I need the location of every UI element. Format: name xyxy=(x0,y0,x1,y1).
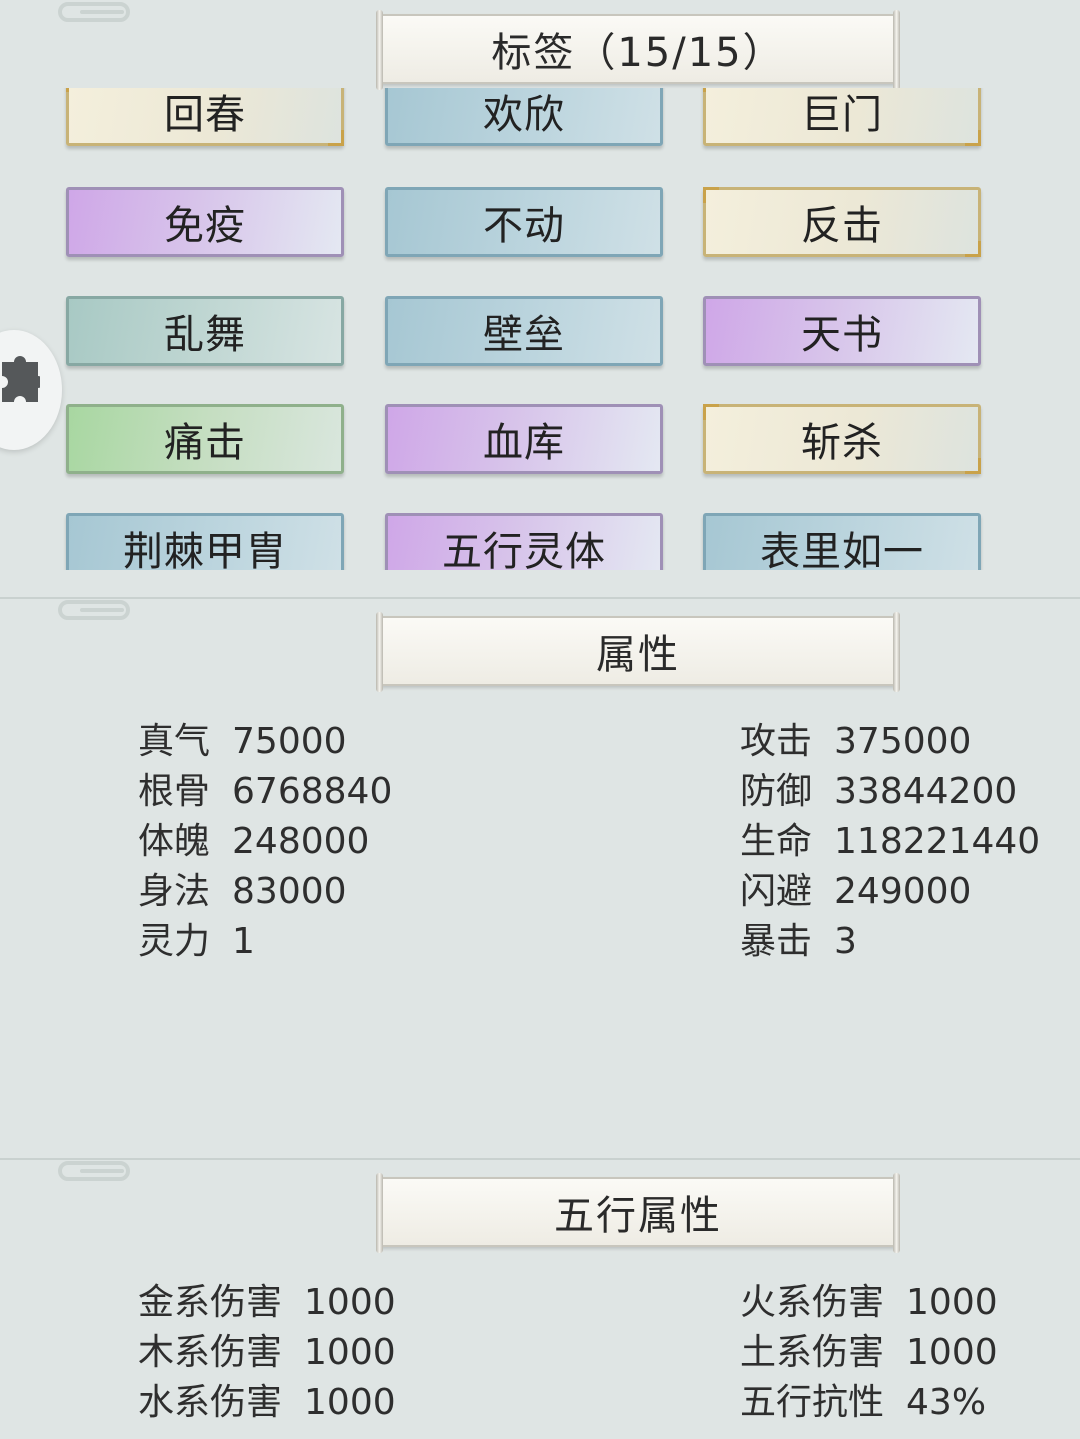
tag-chip[interactable]: 斩杀 xyxy=(703,404,981,474)
stat-label: 木系伤害 xyxy=(138,1332,283,1373)
stat-value: 33844200 xyxy=(834,771,1018,812)
tags-title: 标签（15/15） xyxy=(491,30,785,76)
stat-label: 真气 xyxy=(138,721,211,762)
tag-chip[interactable]: 表里如一 xyxy=(703,513,981,570)
scroll-ornament xyxy=(58,2,130,22)
stat-label: 灵力 xyxy=(138,921,211,962)
stat-value: 83000 xyxy=(232,871,347,912)
tag-chip[interactable]: 免疫 xyxy=(66,187,344,257)
tag-chip[interactable]: 不动 xyxy=(385,187,663,257)
stat-value: 75000 xyxy=(232,721,347,762)
stat-row: 防御 33844200 xyxy=(740,762,1017,814)
scroll-ornament xyxy=(58,600,130,620)
stat-value: 1000 xyxy=(304,1282,396,1323)
stat-row: 身法 83000 xyxy=(138,862,347,914)
stat-label: 暴击 xyxy=(740,921,813,962)
stat-value: 3 xyxy=(834,921,857,962)
scroll-ornament xyxy=(58,1161,130,1181)
stat-value: 1 xyxy=(232,921,255,962)
stat-row: 土系伤害 1000 xyxy=(740,1323,998,1375)
stat-label: 闪避 xyxy=(740,871,813,912)
stat-value: 1000 xyxy=(906,1332,998,1373)
tag-chip[interactable]: 回春 xyxy=(66,88,344,146)
stat-row: 水系伤害 1000 xyxy=(138,1373,396,1425)
stat-row: 火系伤害 1000 xyxy=(740,1273,998,1325)
elements-header: 五行属性 xyxy=(376,1173,900,1253)
tag-chip[interactable]: 痛击 xyxy=(66,404,344,474)
section-divider xyxy=(0,1158,1080,1160)
stat-row: 生命 118221440 xyxy=(740,812,1040,864)
tags-header: 标签（15/15） xyxy=(376,10,900,90)
stat-label: 身法 xyxy=(138,871,211,912)
tag-chip[interactable]: 反击 xyxy=(703,187,981,257)
tag-chip[interactable]: 壁垒 xyxy=(385,296,663,366)
stat-row: 根骨 6768840 xyxy=(138,762,392,814)
stat-label: 水系伤害 xyxy=(138,1382,283,1423)
tag-chip[interactable]: 天书 xyxy=(703,296,981,366)
stat-row: 暴击 3 xyxy=(740,912,857,964)
tag-chip[interactable]: 巨门 xyxy=(703,88,981,146)
stat-value: 1000 xyxy=(906,1282,998,1323)
stat-label: 生命 xyxy=(740,821,813,862)
tags-grid[interactable]: 回春 欢欣 巨门免疫 不动 反击乱舞 壁垒 天书痛击 血库 斩杀荆棘甲胄 五行灵体 表里如一 xyxy=(0,88,1080,570)
character-panel: 标签（15/15） 回春 欢欣 巨门 免疫 不动 反击 乱舞 壁垒 天书 痛击 血库 斩杀 荆棘甲胄 五行… xyxy=(0,0,1080,1439)
stat-value: 249000 xyxy=(834,871,972,912)
stat-value: 6768840 xyxy=(232,771,393,812)
puzzle-icon xyxy=(2,356,40,402)
stat-value: 118221440 xyxy=(834,821,1041,862)
stat-value: 248000 xyxy=(232,821,370,862)
stat-value: 1000 xyxy=(304,1332,396,1373)
elements-title: 五行属性 xyxy=(554,1193,722,1239)
stat-row: 攻击 375000 xyxy=(740,712,971,764)
section-divider xyxy=(0,597,1080,599)
stat-label: 防御 xyxy=(740,771,813,812)
stat-label: 火系伤害 xyxy=(740,1282,885,1323)
stat-label: 攻击 xyxy=(740,721,813,762)
stat-label: 五行抗性 xyxy=(740,1382,885,1423)
stat-label: 金系伤害 xyxy=(138,1282,283,1323)
tag-chip[interactable]: 乱舞 xyxy=(66,296,344,366)
stat-row: 五行抗性 43% xyxy=(740,1373,986,1425)
stat-row: 闪避 249000 xyxy=(740,862,971,914)
stat-row: 体魄 248000 xyxy=(138,812,369,864)
stat-value: 375000 xyxy=(834,721,972,762)
tag-chip[interactable]: 五行灵体 xyxy=(385,513,663,570)
stat-label: 土系伤害 xyxy=(740,1332,885,1373)
stat-label: 体魄 xyxy=(138,821,211,862)
stat-row: 金系伤害 1000 xyxy=(138,1273,396,1325)
attributes-title: 属性 xyxy=(596,632,680,678)
stat-row: 木系伤害 1000 xyxy=(138,1323,396,1375)
stat-row: 真气 75000 xyxy=(138,712,347,764)
tag-chip[interactable]: 血库 xyxy=(385,404,663,474)
stat-value: 43% xyxy=(906,1382,987,1423)
stat-row: 灵力 1 xyxy=(138,912,255,964)
stat-label: 根骨 xyxy=(138,771,211,812)
attributes-header: 属性 xyxy=(376,612,900,692)
tag-chip[interactable]: 欢欣 xyxy=(385,88,663,146)
stat-value: 1000 xyxy=(304,1382,396,1423)
tag-chip[interactable]: 荆棘甲胄 xyxy=(66,513,344,570)
